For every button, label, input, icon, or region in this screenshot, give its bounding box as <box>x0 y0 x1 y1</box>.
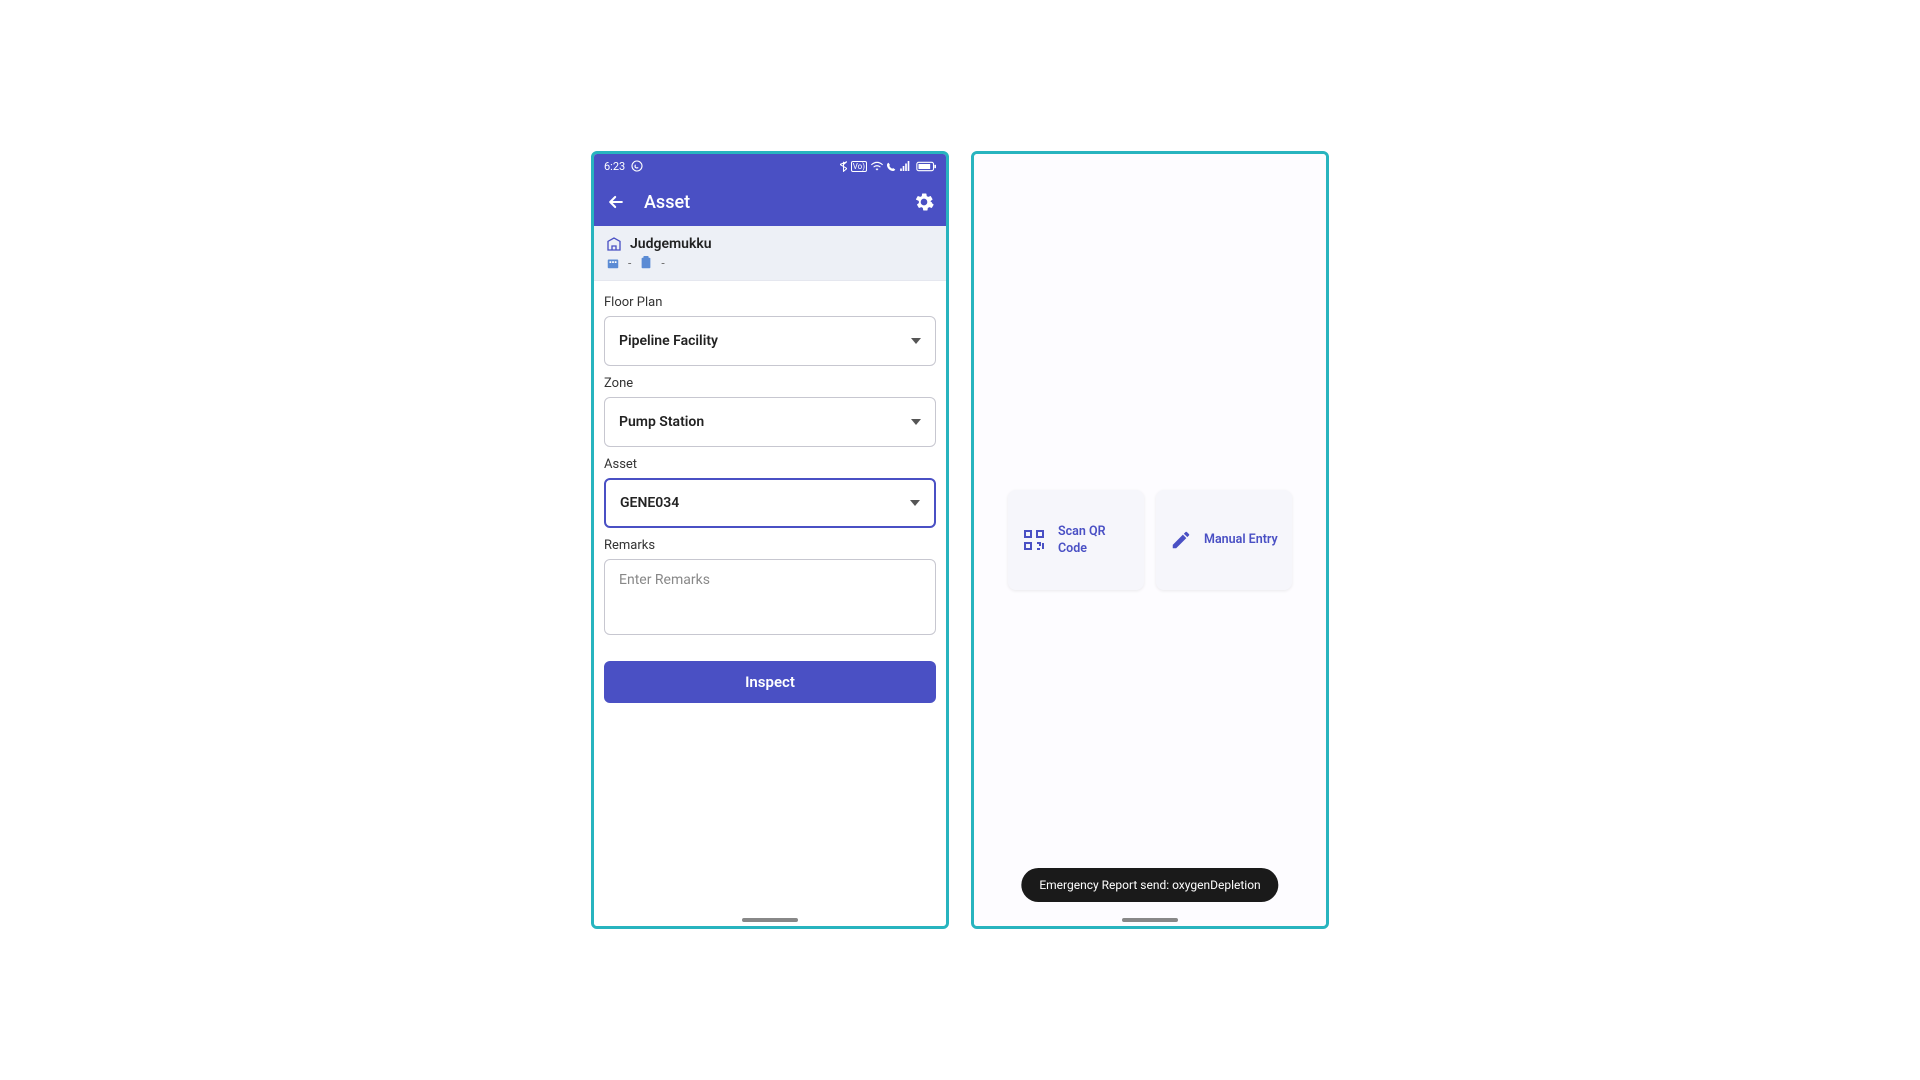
qr-code-icon <box>1022 528 1046 552</box>
battery-icon <box>916 161 936 172</box>
phone-frame-asset-form: 6:23 Vo) Asset Judgemukku - <box>591 151 949 929</box>
status-right: Vo) <box>840 161 936 172</box>
floor-plan-label: Floor Plan <box>604 295 936 310</box>
asset-label: Asset <box>604 457 936 472</box>
chevron-down-icon <box>910 500 920 506</box>
status-left: 6:23 <box>604 160 643 173</box>
zone-value: Pump Station <box>619 414 704 430</box>
remarks-input[interactable] <box>604 559 936 635</box>
signal-icon <box>900 161 912 171</box>
zone-label: Zone <box>604 376 936 391</box>
asset-select[interactable]: GENE034 <box>604 478 936 528</box>
location-main: Judgemukku <box>606 236 934 252</box>
location-name: Judgemukku <box>630 236 712 252</box>
building-outline-icon <box>606 236 622 252</box>
scan-qr-card[interactable]: Scan QR Code <box>1008 490 1144 590</box>
pencil-icon <box>1170 529 1192 551</box>
location-sub2: - <box>661 256 664 270</box>
phone-frame-entry-options: Scan QR Code Manual Entry Emergency Repo… <box>971 151 1329 929</box>
chevron-down-icon <box>911 419 921 425</box>
manual-entry-label: Manual Entry <box>1204 531 1278 549</box>
nav-handle[interactable] <box>742 918 798 922</box>
bluetooth-icon <box>840 161 847 172</box>
app-bar-title: Asset <box>644 192 896 213</box>
floor-plan-value: Pipeline Facility <box>619 333 718 349</box>
clipboard-icon <box>639 256 653 270</box>
chevron-down-icon <box>911 338 921 344</box>
location-sub1: - <box>628 256 631 270</box>
status-time: 6:23 <box>604 160 625 173</box>
org-icon <box>606 256 620 270</box>
volte-icon: Vo) <box>851 161 867 172</box>
scan-qr-label: Scan QR Code <box>1058 523 1130 558</box>
wifi-icon <box>871 161 883 171</box>
settings-button[interactable] <box>914 192 934 212</box>
toast-message: Emergency Report send: oxygenDepletion <box>1021 868 1278 902</box>
floor-plan-select[interactable]: Pipeline Facility <box>604 316 936 366</box>
back-button[interactable] <box>606 192 626 212</box>
inspect-button[interactable]: Inspect <box>604 661 936 703</box>
status-bar: 6:23 Vo) <box>594 154 946 178</box>
asset-value: GENE034 <box>620 495 679 511</box>
manual-entry-card[interactable]: Manual Entry <box>1156 490 1292 590</box>
gear-icon <box>914 192 934 212</box>
app-bar: Asset <box>594 178 946 226</box>
arrow-left-icon <box>606 192 626 212</box>
entry-body: Scan QR Code Manual Entry Emergency Repo… <box>974 154 1326 926</box>
location-bar: Judgemukku - - <box>594 226 946 281</box>
whatsapp-icon <box>631 160 643 172</box>
volte-call-icon <box>887 162 896 171</box>
action-cards-row: Scan QR Code Manual Entry <box>1008 490 1292 590</box>
remarks-label: Remarks <box>604 538 936 553</box>
nav-handle[interactable] <box>1122 918 1178 922</box>
form-body: Floor Plan Pipeline Facility Zone Pump S… <box>594 281 946 926</box>
zone-select[interactable]: Pump Station <box>604 397 936 447</box>
location-sub: - - <box>606 256 934 270</box>
